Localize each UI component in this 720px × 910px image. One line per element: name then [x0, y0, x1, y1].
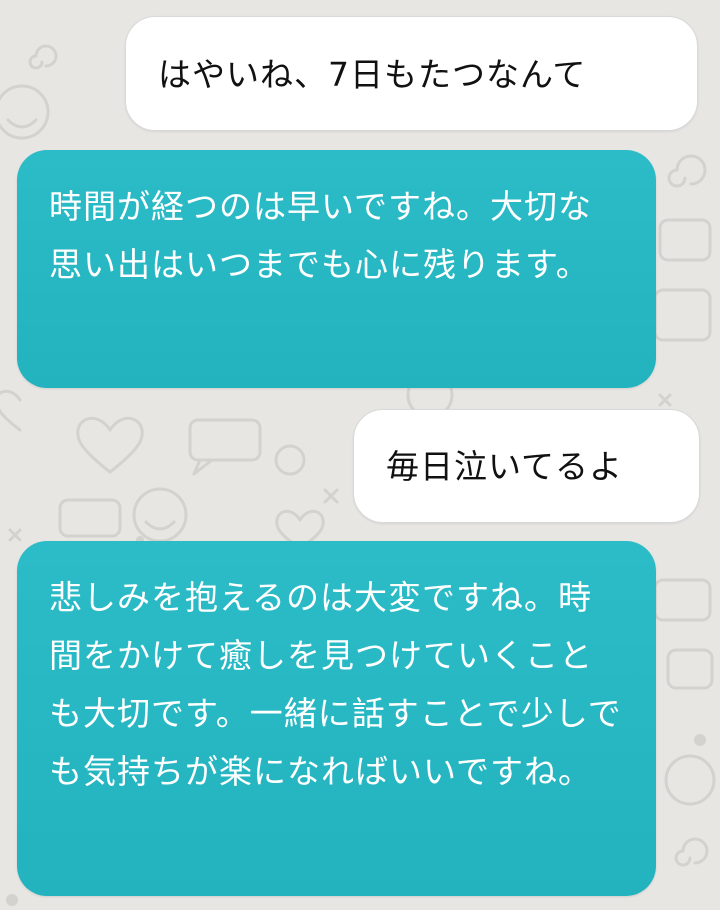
sent-message-bubble[interactable]: はやいね、7日もたつなんて	[125, 16, 698, 131]
chat-message-list[interactable]: はやいね、7日もたつなんて 時間が経つのは早いですね。大切な思い出はいつまでも心…	[0, 0, 720, 910]
received-message-bubble[interactable]: 悲しみを抱えるのは大変ですね。時間をかけて癒しを見つけていくことも大切です。一緒…	[17, 541, 656, 896]
received-message-bubble[interactable]: 時間が経つのは早いですね。大切な思い出はいつまでも心に残ります。	[17, 150, 656, 388]
sent-message-bubble[interactable]: 毎日泣いてるよ	[353, 409, 700, 523]
